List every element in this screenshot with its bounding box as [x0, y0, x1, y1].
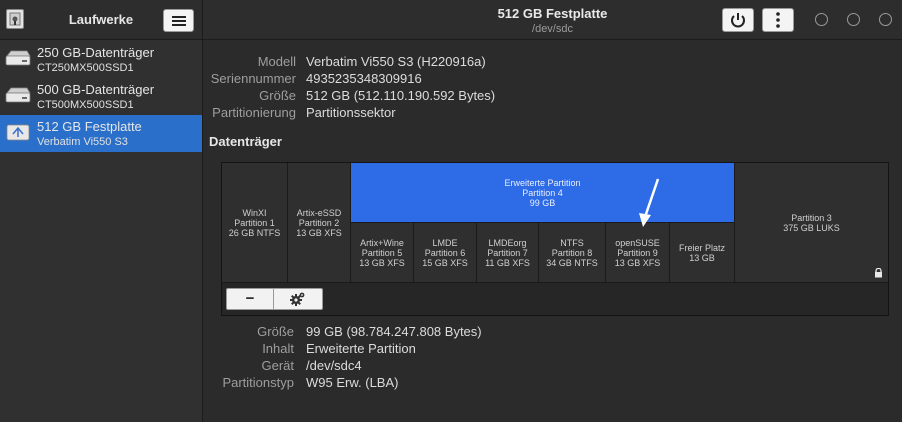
partition-winxi[interactable]: WinXI Partition 1 26 GB NTFS: [222, 163, 288, 283]
partition-label: NTFS: [560, 237, 584, 248]
power-off-button[interactable]: [722, 8, 754, 32]
partition-number: Partition 5: [361, 247, 403, 258]
partition-size: 375 GB LUKS: [783, 222, 840, 233]
close-window-button[interactable]: [879, 13, 892, 26]
partition-label: LMDE: [432, 237, 458, 248]
partition-type-label: Partitionstyp: [222, 375, 294, 390]
partition-label: Partition 3: [791, 212, 832, 223]
gears-icon: [290, 292, 305, 306]
partition-size: 34 GB NTFS: [546, 257, 598, 268]
partition-label: WinXI: [242, 207, 267, 218]
partition-label: openSUSE: [615, 237, 660, 248]
partition-size-value: 99 GB (98.784.247.808 Bytes): [306, 324, 482, 339]
partition-size: 15 GB XFS: [422, 257, 468, 268]
partition-device-label: Gerät: [261, 358, 294, 373]
drive-model: Verbatim Vi550 S3: [37, 136, 128, 148]
usb-drive-icon: [6, 124, 30, 141]
partition-size: 13 GB XFS: [614, 257, 661, 268]
drives-sidebar: Laufwerke 250 GB-Datenträger CT250MX500S…: [0, 0, 203, 422]
size-value: 512 GB (512.110.190.592 Bytes): [306, 88, 496, 103]
partition-label: LMDEorg: [488, 237, 527, 248]
drive-model: CT500MX500SSD1: [37, 99, 134, 111]
partition-label: Artix-eSSD: [296, 207, 342, 218]
volumes-heading: Datenträger: [209, 134, 282, 149]
drive-name: 250 GB-Datenträger: [37, 45, 155, 60]
partition-number: Partition 9: [617, 247, 658, 258]
model-label: Modell: [257, 54, 296, 69]
hard-drive-icon: [5, 50, 31, 66]
model-value: Verbatim Vi550 S3 (H220916a): [306, 54, 486, 69]
disk-device-path: /dev/sdc: [532, 23, 573, 35]
hard-drive-icon: [5, 87, 31, 103]
lock-icon: [875, 268, 882, 278]
serial-value: 4935235348309916: [306, 71, 422, 86]
annotation-arrow-icon: [639, 178, 660, 227]
partition-label: Artix+Wine: [360, 237, 404, 248]
partition-size: 13 GB: [689, 252, 715, 263]
partitioning-value: Partitionssektor: [306, 105, 396, 120]
partition-content-label: Inhalt: [262, 341, 294, 356]
drive-item-selected[interactable]: 512 GB Festplatte Verbatim Vi550 S3: [0, 115, 202, 152]
hamburger-icon-bar: [172, 24, 186, 26]
partition-toolbar: −: [222, 283, 888, 315]
partition-opensuse[interactable]: openSUSE Partition 9 13 GB XFS: [606, 223, 670, 283]
partition-type-value: W95 Erw. (LBA): [306, 375, 399, 390]
partitioning-label: Partitionierung: [212, 105, 296, 120]
partition-number: Partition 1: [234, 217, 275, 228]
partition-label: Erweiterte Partition: [504, 177, 581, 188]
drive-model: CT250MX500SSD1: [37, 62, 134, 74]
partition-artix-wine[interactable]: Artix+Wine Partition 5 13 GB XFS: [351, 223, 414, 283]
partition-settings-button[interactable]: [273, 288, 323, 310]
partition-size-label: Größe: [257, 324, 294, 339]
drive-name: 512 GB Festplatte: [37, 119, 142, 134]
main-header: 512 GB Festplatte /dev/sdc: [203, 0, 902, 40]
partition-size: 11 GB XFS: [485, 257, 530, 268]
partition-size: 99 GB: [529, 197, 556, 208]
partition-label: Freier Platz: [678, 242, 725, 253]
partition-size: 26 GB NTFS: [228, 227, 281, 238]
kebab-menu-icon: [776, 12, 780, 28]
partition-size: 13 GB XFS: [359, 257, 405, 268]
minimize-window-button[interactable]: [815, 13, 828, 26]
disk-title: 512 GB Festplatte: [497, 6, 608, 21]
remove-partition-button[interactable]: −: [226, 288, 274, 310]
partition-size: 13 GB XFS: [296, 227, 342, 238]
drive-options-button[interactable]: [762, 8, 794, 32]
drive-item[interactable]: 250 GB-Datenträger CT250MX500SSD1: [0, 41, 202, 78]
partition-lmde[interactable]: LMDE Partition 6 15 GB XFS: [414, 223, 477, 283]
hamburger-menu-button[interactable]: [163, 9, 194, 32]
power-icon: [731, 13, 745, 28]
hamburger-icon-bar: [172, 20, 186, 22]
partition-device-value: /dev/sdc4: [306, 358, 362, 373]
drive-name: 500 GB-Datenträger: [37, 82, 155, 97]
partition-lmdeorg[interactable]: LMDEorg Partition 7 11 GB XFS: [477, 223, 539, 283]
partition-content-value: Erweiterte Partition: [306, 341, 416, 356]
partition-number: Partition 6: [424, 247, 466, 258]
hamburger-icon: [172, 16, 186, 18]
volume-map: WinXI Partition 1 26 GB NTFS Artix-eSSD …: [221, 162, 889, 316]
partition-number: Partition 7: [487, 247, 528, 258]
partition-number: Partition 8: [551, 247, 593, 258]
serial-label: Seriennummer: [210, 71, 296, 86]
partition-ntfs[interactable]: NTFS Partition 8 34 GB NTFS: [539, 223, 606, 283]
partition-luks[interactable]: Partition 3 375 GB LUKS: [735, 163, 888, 283]
drive-item[interactable]: 500 GB-Datenträger CT500MX500SSD1: [0, 78, 202, 115]
partition-number: Partition 2: [298, 217, 340, 228]
size-label: Größe: [259, 88, 296, 103]
free-space[interactable]: Freier Platz 13 GB: [670, 223, 735, 283]
partition-artix-essd[interactable]: Artix-eSSD Partition 2 13 GB XFS: [288, 163, 351, 283]
partition-number: Partition 4: [522, 187, 563, 198]
maximize-window-button[interactable]: [847, 13, 860, 26]
sidebar-header: Laufwerke: [0, 0, 202, 40]
partition-extended-selected[interactable]: Erweiterte Partition Partition 4 99 GB: [351, 163, 735, 223]
